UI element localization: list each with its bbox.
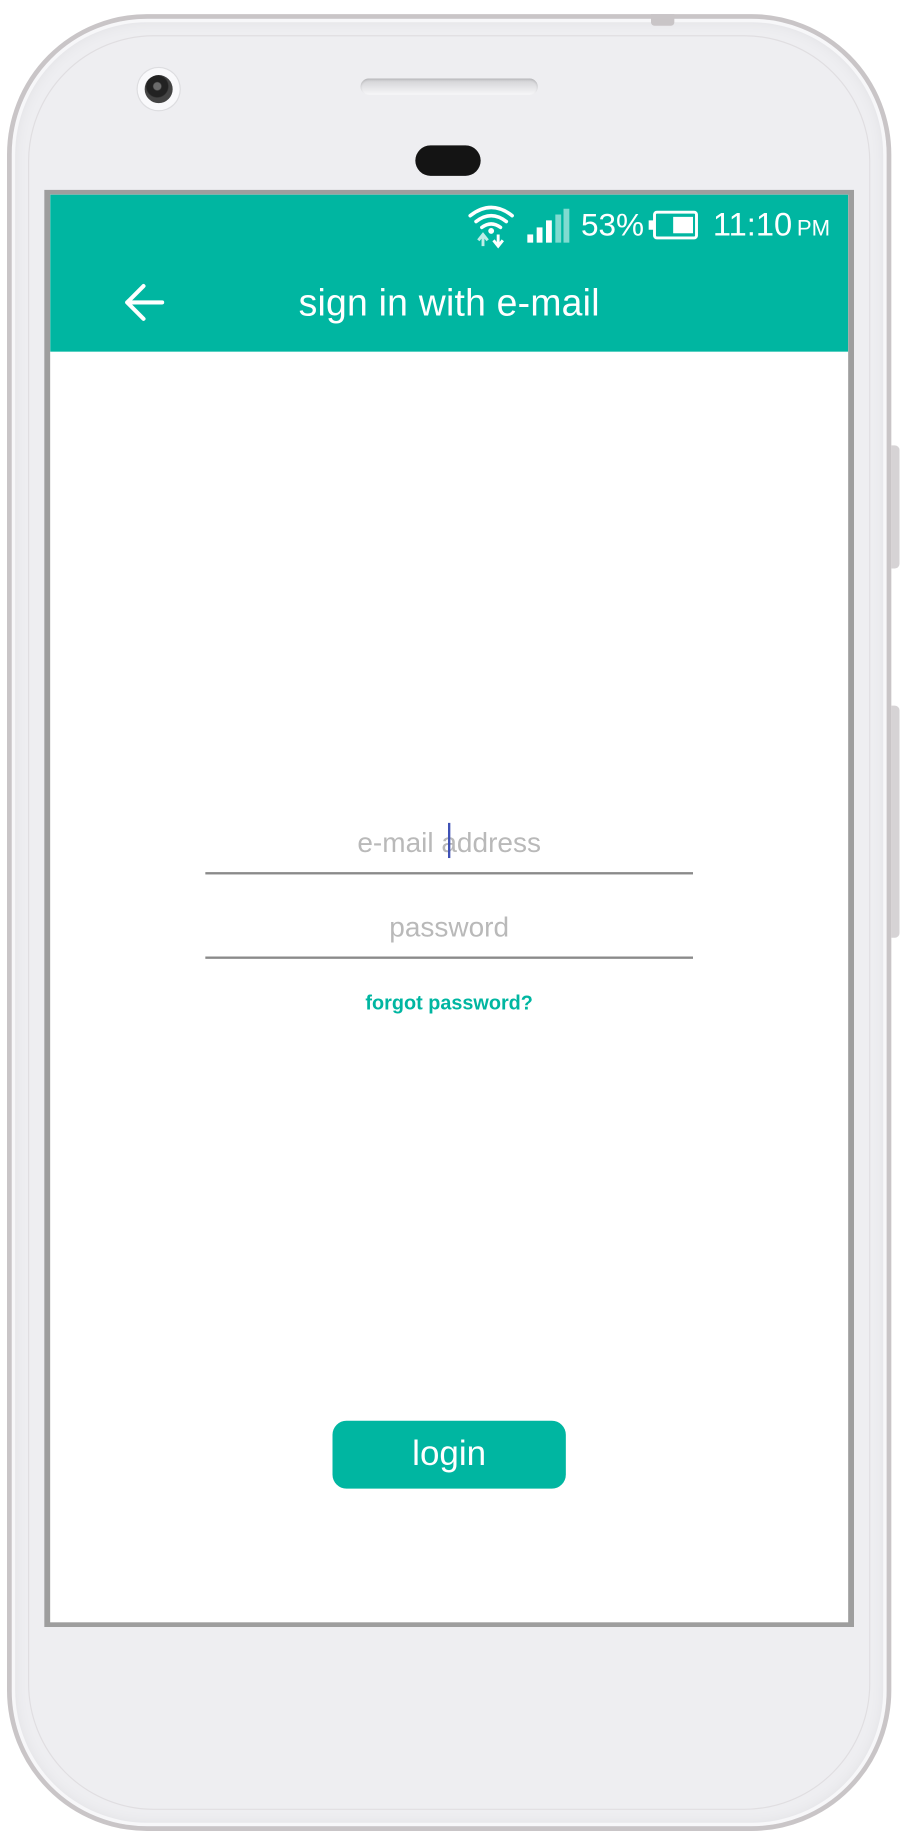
app-bar: 53% 11:10 PM sign in with e-mail [50,194,849,352]
login-button[interactable]: login [332,1420,566,1489]
text-caret [448,822,451,859]
app-screen: 53% 11:10 PM sign in with e-mail e-mail … [50,194,849,1623]
clock-ampm: PM [796,216,831,242]
power-button [891,705,900,938]
signal-icon [527,208,570,243]
battery-icon [648,210,698,240]
status-bar: 53% 11:10 PM [50,195,848,258]
page-title: sign in with e-mail [298,281,600,324]
password-input[interactable] [205,888,694,957]
clock-time: 11:10 [712,206,793,243]
volume-button [891,445,900,569]
login-form: forgot password? [205,804,694,1014]
email-field-wrapper [205,804,694,875]
front-camera [137,67,180,111]
status-clock: 11:10 PM [713,206,830,248]
device-stage: 53% 11:10 PM sign in with e-mail e-mail … [0,0,910,1838]
wifi-icon [468,205,514,249]
forgot-password-link[interactable]: forgot password? [205,989,693,1017]
password-field-wrapper [205,888,694,959]
battery-percent: 53% [581,207,645,243]
earpiece-speaker [360,78,538,95]
camera-lens [144,75,173,104]
proximity-sensor [415,145,481,176]
top-edge-nub [651,14,675,26]
